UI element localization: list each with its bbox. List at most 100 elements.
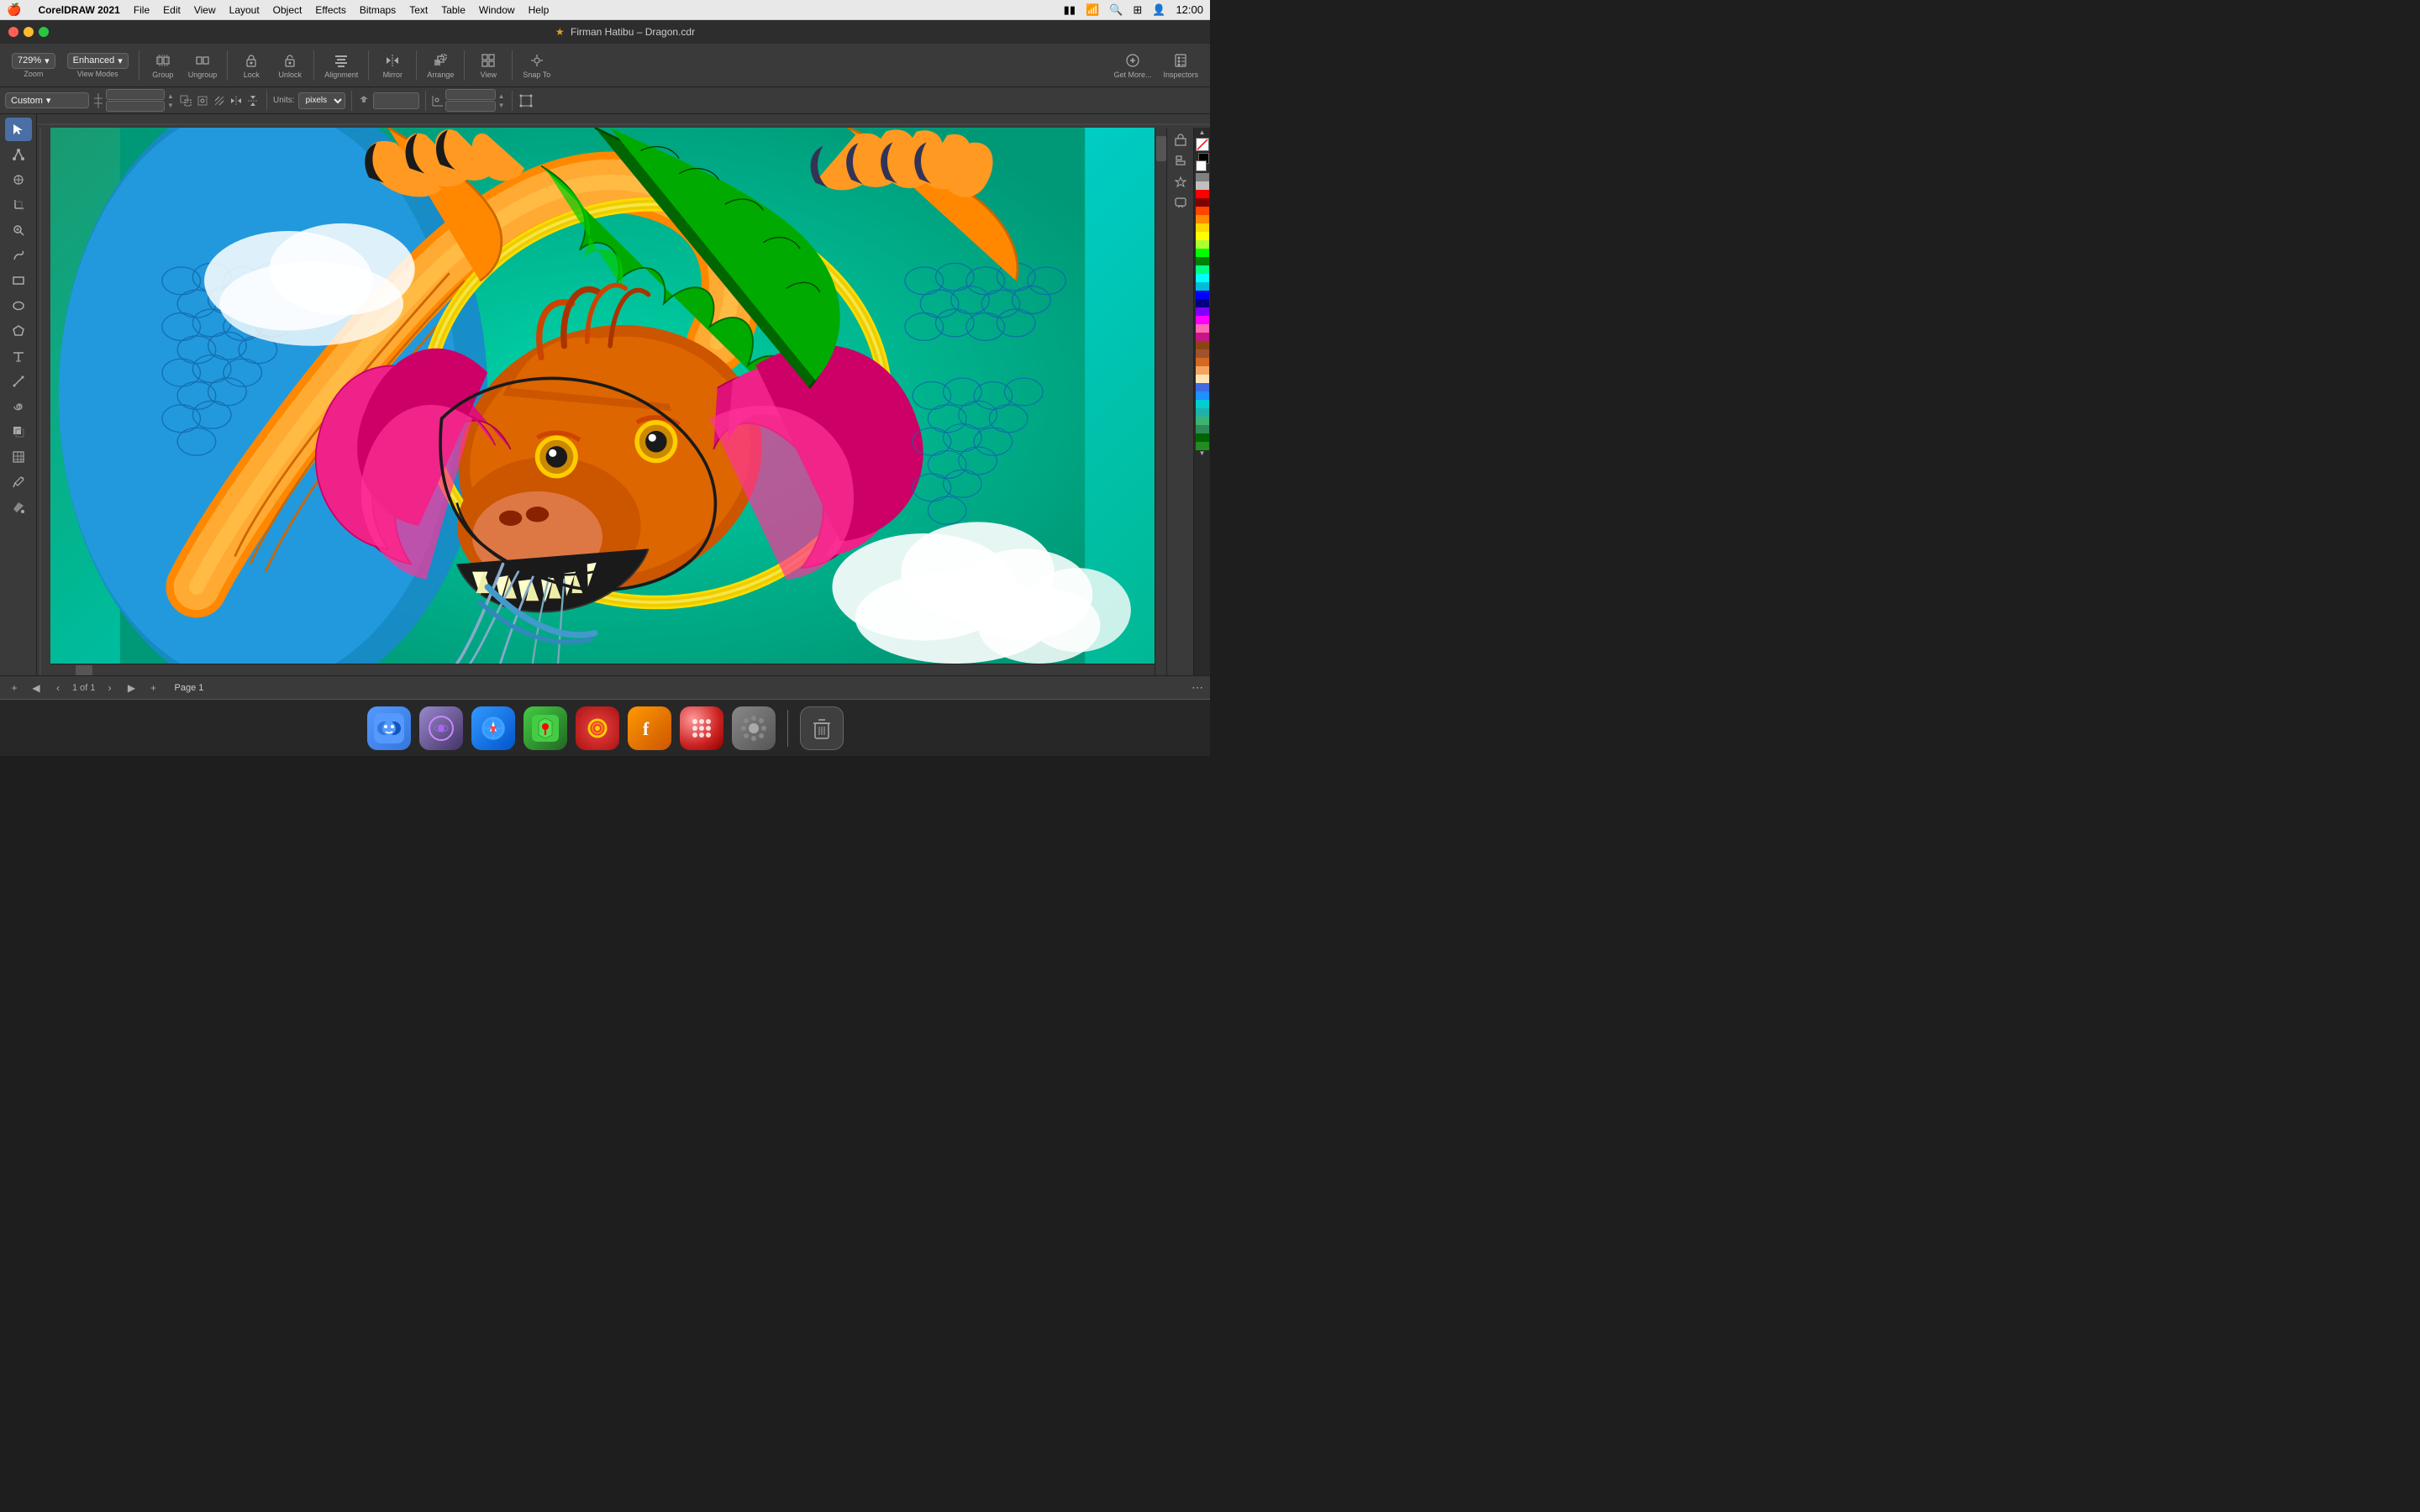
color-swatch-medvioletred[interactable] (1196, 333, 1209, 341)
line-tool-btn[interactable] (5, 370, 32, 393)
color-swatch-chocolate[interactable] (1196, 358, 1209, 366)
color-swatch-darkturquoise[interactable] (1196, 400, 1209, 408)
snap-button[interactable] (528, 51, 546, 70)
color-swatch-gray[interactable] (1196, 173, 1209, 181)
align-button[interactable] (332, 51, 350, 70)
color-swatch-sienna[interactable] (1196, 349, 1209, 358)
fill-tool-btn[interactable] (5, 496, 32, 519)
width-up-arrow[interactable]: ▲ (166, 92, 175, 100)
transform-panel-btn[interactable] (1171, 131, 1190, 150)
add-page-btn[interactable]: + (7, 680, 22, 696)
width-down-arrow[interactable]: ▼ (166, 101, 175, 109)
crop-tool-btn[interactable] (5, 193, 32, 217)
coord-up-arrow[interactable]: ▲ (497, 92, 506, 100)
next-page-btn2[interactable]: ▶ (124, 680, 139, 696)
group-button[interactable] (154, 51, 172, 70)
lock-button[interactable] (242, 51, 260, 70)
menu-effects[interactable]: Effects (315, 4, 345, 16)
color-swatch-red[interactable] (1196, 190, 1209, 198)
color-swatch-darkgreen[interactable] (1196, 433, 1209, 442)
color-swatch-blue[interactable] (1196, 291, 1209, 299)
dock-finder[interactable] (367, 706, 411, 750)
comment-panel-btn[interactable] (1171, 194, 1190, 213)
shadow-tool-btn[interactable] (5, 420, 32, 444)
menu-help[interactable]: Help (529, 4, 550, 16)
prev-page-btn[interactable]: ◀ (29, 680, 44, 696)
color-swatch-magenta[interactable] (1196, 316, 1209, 324)
scale-icon[interactable] (178, 93, 193, 108)
dock-maps[interactable] (523, 706, 567, 750)
nudge-input[interactable]: 10,0 px (373, 92, 419, 109)
color-swatch-saddlebrown[interactable] (1196, 341, 1209, 349)
mirror-button[interactable] (383, 51, 402, 70)
color-swatch-moccasin[interactable] (1196, 375, 1209, 383)
palette-scroll-down[interactable]: ▼ (1199, 450, 1206, 457)
dock-fontbase[interactable]: f (628, 706, 671, 750)
no-fill-swatch[interactable] (1196, 138, 1209, 151)
node-tool-btn[interactable] (5, 143, 32, 166)
color-swatch-silver[interactable] (1196, 181, 1209, 190)
hscrollbar[interactable] (50, 664, 1155, 675)
align-panel-btn[interactable] (1171, 152, 1190, 171)
freehand-tool-btn[interactable] (5, 244, 32, 267)
menu-layout[interactable]: Layout (229, 4, 260, 16)
color-swatch-hotpink[interactable] (1196, 324, 1209, 333)
ungroup-button[interactable] (193, 51, 212, 70)
position-icon[interactable] (195, 93, 210, 108)
select-mode-icon[interactable] (518, 93, 534, 108)
color-swatch-medseagreen[interactable] (1196, 417, 1209, 425)
dock-corel[interactable] (576, 706, 619, 750)
search-icon[interactable]: 🔍 (1109, 3, 1123, 17)
unlock-button[interactable] (281, 51, 299, 70)
color-swatch-dodgerblue[interactable] (1196, 391, 1209, 400)
polygon-tool-btn[interactable] (5, 319, 32, 343)
color-swatch-orangered[interactable] (1196, 207, 1209, 215)
coord-x-input[interactable]: 59,06 (445, 89, 496, 100)
color-swatch-springgreen[interactable] (1196, 265, 1209, 274)
add-page-btn2[interactable]: + (146, 680, 161, 696)
color-swatch-cyan[interactable] (1196, 274, 1209, 282)
status-more-btn[interactable]: ⋯ (1192, 680, 1203, 695)
inspectors-button[interactable] (1171, 51, 1190, 70)
menu-bitmaps[interactable]: Bitmaps (360, 4, 396, 16)
drawing-canvas[interactable] (50, 128, 1155, 664)
color-swatch-lightblue[interactable] (1196, 282, 1209, 291)
dock-sysprefs[interactable] (732, 706, 776, 750)
height-input[interactable]: 3.000,0 (106, 101, 165, 112)
zoom-dropdown[interactable]: 729% ▾ (12, 53, 55, 69)
palette-scroll-up[interactable]: ▲ (1199, 129, 1206, 136)
maximize-button[interactable] (39, 27, 49, 37)
apple-menu[interactable]: 🍎 (7, 3, 21, 17)
next-page-btn[interactable]: › (103, 680, 118, 696)
view-button[interactable] (479, 51, 497, 70)
prev-page-btn2[interactable]: ‹ (50, 680, 66, 696)
units-select[interactable]: pixels (298, 92, 345, 109)
white-swatch[interactable] (1196, 160, 1207, 171)
color-swatch-yellow[interactable] (1196, 232, 1209, 240)
preset-dropdown[interactable]: Custom ▾ (5, 92, 89, 108)
menu-edit[interactable]: Edit (163, 4, 181, 16)
view-modes-dropdown[interactable]: Enhanced ▾ (67, 53, 129, 69)
coord-down-arrow[interactable]: ▼ (497, 101, 506, 109)
transform-tool-btn[interactable] (5, 168, 32, 192)
color-swatch-seagreen[interactable] (1196, 425, 1209, 433)
menu-table[interactable]: Table (441, 4, 466, 16)
width-input[interactable]: 2.400,0 (106, 89, 165, 100)
dock-trash[interactable] (800, 706, 844, 750)
zoom-tool-btn[interactable] (5, 218, 32, 242)
color-swatch-darkorange[interactable] (1196, 215, 1209, 223)
vscroll-thumb[interactable] (1156, 136, 1166, 161)
color-swatch-lightseagreen[interactable] (1196, 408, 1209, 417)
control-center-icon[interactable]: ⊞ (1133, 3, 1142, 17)
hscroll-thumb[interactable] (76, 665, 92, 675)
dock-siri[interactable] (419, 706, 463, 750)
menu-object[interactable]: Object (273, 4, 302, 16)
dock-safari[interactable] (471, 706, 515, 750)
spiral-tool-btn[interactable] (5, 395, 32, 418)
arrange-button[interactable] (431, 51, 450, 70)
text-tool-btn[interactable] (5, 344, 32, 368)
ellipse-tool-btn[interactable] (5, 294, 32, 318)
color-swatch-gold[interactable] (1196, 223, 1209, 232)
vscrollbar[interactable] (1155, 128, 1166, 675)
color-swatch-maroon[interactable] (1196, 198, 1209, 207)
